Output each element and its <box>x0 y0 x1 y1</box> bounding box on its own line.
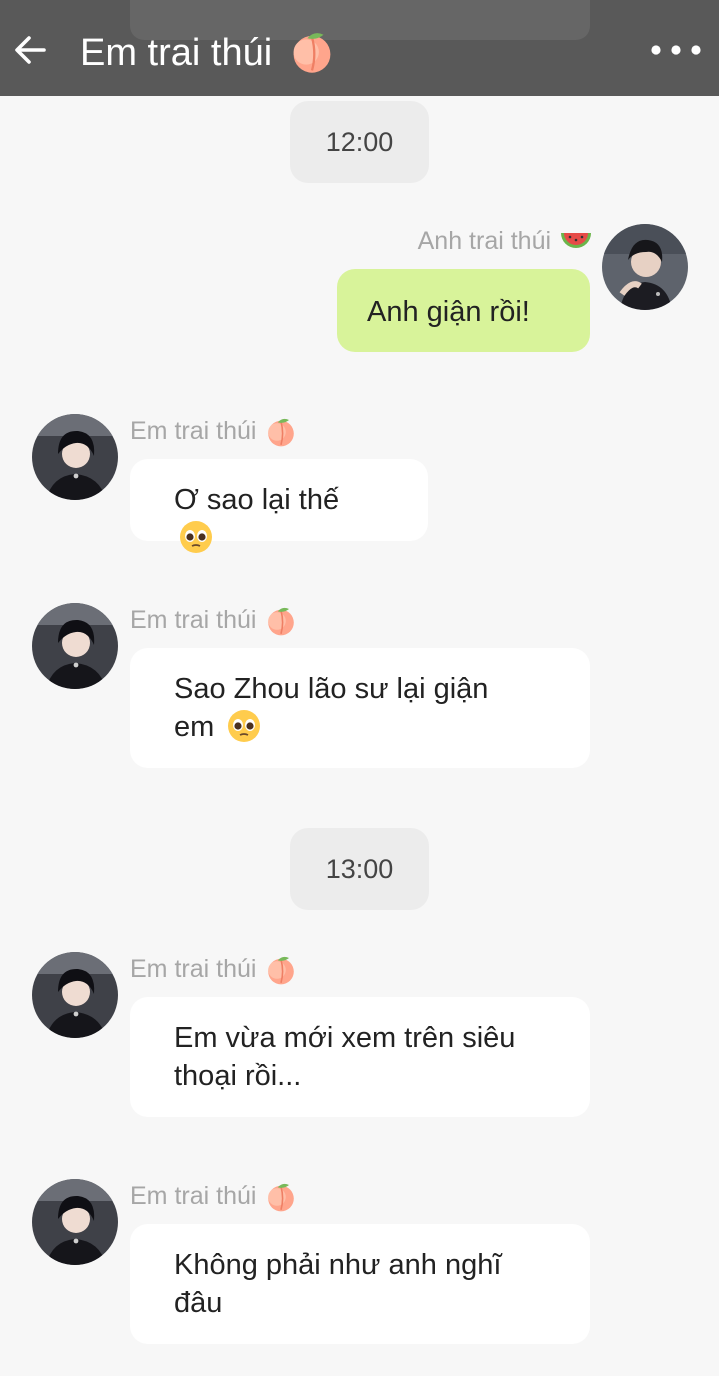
message-bubble-received[interactable]: Không phải như anh nghĩ đâu <box>130 1224 590 1344</box>
sender-name-text: Em trai thúi <box>130 417 257 445</box>
peach-emoji-icon <box>268 957 295 985</box>
message-text-line: Sao Zhou lão sư lại giận <box>174 673 489 705</box>
peach-emoji-icon <box>268 608 295 636</box>
avatar[interactable] <box>32 414 118 500</box>
avatar[interactable] <box>602 224 688 310</box>
avatar-photo <box>32 603 118 689</box>
message-text-line: Em vừa mới xem trên siêu <box>174 1022 516 1054</box>
avatar-photo <box>32 952 118 1038</box>
message-text-line: thoại rồi... <box>174 1060 302 1092</box>
pleading-face-emoji-icon <box>228 710 261 743</box>
message-text-line: Không phải như anh nghĩ <box>174 1249 502 1281</box>
watermelon-emoji-icon <box>561 233 591 249</box>
pleading-face-emoji-icon <box>180 521 212 554</box>
timestamp-divider: 13:00 <box>290 828 429 910</box>
avatar[interactable] <box>32 952 118 1038</box>
message-bubble-received[interactable]: Sao Zhou lão sư lại giận em <box>130 648 590 768</box>
sender-name: Em trai thúi <box>130 414 297 448</box>
timestamp-divider: 12:00 <box>290 101 429 183</box>
sender-name-text: Em trai thúi <box>130 1182 257 1210</box>
back-arrow-icon[interactable] <box>12 32 48 68</box>
avatar-photo <box>602 224 688 310</box>
avatar[interactable] <box>32 603 118 689</box>
message-text: Anh giận rồi! <box>367 296 530 328</box>
sender-name: Em trai thúi <box>130 603 297 637</box>
message-text-line: em <box>174 708 546 746</box>
chat-title: Em trai thúi <box>80 28 335 78</box>
peach-emoji-icon <box>268 1184 295 1212</box>
avatar-photo <box>32 414 118 500</box>
message-bubble-received[interactable]: Em vừa mới xem trên siêu thoại rồi... <box>130 997 590 1117</box>
avatar-photo <box>32 1179 118 1265</box>
sender-name: Em trai thúi <box>130 1179 297 1213</box>
sender-name-text: Anh trai thúi <box>417 227 552 255</box>
avatar[interactable] <box>32 1179 118 1265</box>
peach-emoji-icon <box>268 419 295 447</box>
message-text: Ơ sao lại thế <box>174 484 340 516</box>
message-bubble-received[interactable]: Ơ sao lại thế <box>130 459 428 554</box>
sender-name: Em trai thúi <box>130 952 297 986</box>
message-bubble-sent[interactable]: Anh giận rồi! <box>337 269 590 352</box>
message-text: em <box>174 711 215 743</box>
chat-header: Em trai thúi <box>0 0 719 96</box>
sender-name: Anh trai thúi <box>340 224 592 258</box>
chat-title-text: Em trai thúi <box>80 32 273 74</box>
more-dots-icon[interactable] <box>648 38 704 62</box>
sender-name-text: Em trai thúi <box>130 606 257 634</box>
peach-emoji-icon <box>293 33 331 73</box>
sender-name-text: Em trai thúi <box>130 955 257 983</box>
message-text-line: đâu <box>174 1287 223 1319</box>
